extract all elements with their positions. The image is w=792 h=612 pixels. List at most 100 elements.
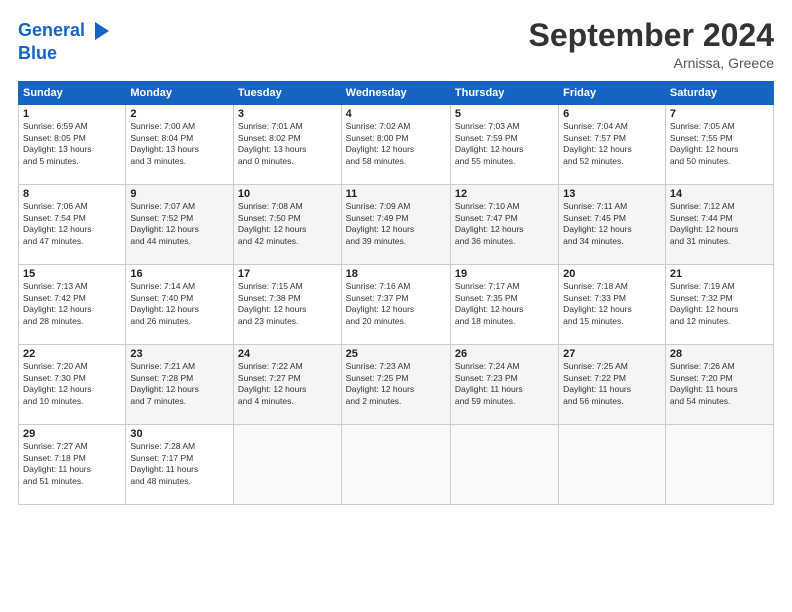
table-row: 11Sunrise: 7:09 AMSunset: 7:49 PMDayligh… [341,185,450,265]
day-number: 12 [455,188,554,200]
table-row: 17Sunrise: 7:15 AMSunset: 7:38 PMDayligh… [233,265,341,345]
day-number: 25 [346,348,446,360]
day-info: Sunrise: 7:25 AMSunset: 7:22 PMDaylight:… [563,361,661,407]
table-row [665,425,773,505]
logo-text: General [18,21,85,41]
day-number: 8 [23,188,121,200]
table-row: 25Sunrise: 7:23 AMSunset: 7:25 PMDayligh… [341,345,450,425]
day-number: 23 [130,348,229,360]
day-info: Sunrise: 7:28 AMSunset: 7:17 PMDaylight:… [130,441,229,487]
day-info: Sunrise: 7:00 AMSunset: 8:04 PMDaylight:… [130,121,229,167]
day-info: Sunrise: 7:17 AMSunset: 7:35 PMDaylight:… [455,281,554,327]
day-number: 4 [346,108,446,120]
table-row: 21Sunrise: 7:19 AMSunset: 7:32 PMDayligh… [665,265,773,345]
day-number: 2 [130,108,229,120]
day-number: 5 [455,108,554,120]
table-row: 24Sunrise: 7:22 AMSunset: 7:27 PMDayligh… [233,345,341,425]
day-info: Sunrise: 7:22 AMSunset: 7:27 PMDaylight:… [238,361,337,407]
calendar-week-5: 29Sunrise: 7:27 AMSunset: 7:18 PMDayligh… [19,425,774,505]
table-row: 19Sunrise: 7:17 AMSunset: 7:35 PMDayligh… [450,265,558,345]
table-row [341,425,450,505]
table-row: 4Sunrise: 7:02 AMSunset: 8:00 PMDaylight… [341,105,450,185]
col-friday: Friday [559,82,666,105]
logo: General Blue [18,18,113,64]
calendar-week-2: 8Sunrise: 7:06 AMSunset: 7:54 PMDaylight… [19,185,774,265]
logo-icon [87,18,113,44]
day-number: 21 [670,268,769,280]
day-number: 7 [670,108,769,120]
table-row [233,425,341,505]
table-row: 28Sunrise: 7:26 AMSunset: 7:20 PMDayligh… [665,345,773,425]
day-info: Sunrise: 7:09 AMSunset: 7:49 PMDaylight:… [346,201,446,247]
table-row: 2Sunrise: 7:00 AMSunset: 8:04 PMDaylight… [126,105,234,185]
table-row: 8Sunrise: 7:06 AMSunset: 7:54 PMDaylight… [19,185,126,265]
day-number: 9 [130,188,229,200]
day-info: Sunrise: 7:06 AMSunset: 7:54 PMDaylight:… [23,201,121,247]
day-info: Sunrise: 7:07 AMSunset: 7:52 PMDaylight:… [130,201,229,247]
day-info: Sunrise: 7:05 AMSunset: 7:55 PMDaylight:… [670,121,769,167]
calendar-week-3: 15Sunrise: 7:13 AMSunset: 7:42 PMDayligh… [19,265,774,345]
day-info: Sunrise: 7:04 AMSunset: 7:57 PMDaylight:… [563,121,661,167]
day-info: Sunrise: 7:27 AMSunset: 7:18 PMDaylight:… [23,441,121,487]
calendar-week-4: 22Sunrise: 7:20 AMSunset: 7:30 PMDayligh… [19,345,774,425]
month-title: September 2024 [529,18,774,53]
col-tuesday: Tuesday [233,82,341,105]
day-number: 16 [130,268,229,280]
table-row: 3Sunrise: 7:01 AMSunset: 8:02 PMDaylight… [233,105,341,185]
day-info: Sunrise: 7:12 AMSunset: 7:44 PMDaylight:… [670,201,769,247]
day-info: Sunrise: 7:24 AMSunset: 7:23 PMDaylight:… [455,361,554,407]
day-info: Sunrise: 7:10 AMSunset: 7:47 PMDaylight:… [455,201,554,247]
col-thursday: Thursday [450,82,558,105]
location: Arnissa, Greece [529,55,774,71]
day-info: Sunrise: 7:13 AMSunset: 7:42 PMDaylight:… [23,281,121,327]
day-info: Sunrise: 7:18 AMSunset: 7:33 PMDaylight:… [563,281,661,327]
table-row: 12Sunrise: 7:10 AMSunset: 7:47 PMDayligh… [450,185,558,265]
calendar-week-1: 1Sunrise: 6:59 AMSunset: 8:05 PMDaylight… [19,105,774,185]
table-row: 29Sunrise: 7:27 AMSunset: 7:18 PMDayligh… [19,425,126,505]
table-row: 7Sunrise: 7:05 AMSunset: 7:55 PMDaylight… [665,105,773,185]
day-info: Sunrise: 7:03 AMSunset: 7:59 PMDaylight:… [455,121,554,167]
day-number: 29 [23,428,121,440]
day-number: 3 [238,108,337,120]
table-row: 16Sunrise: 7:14 AMSunset: 7:40 PMDayligh… [126,265,234,345]
table-row: 15Sunrise: 7:13 AMSunset: 7:42 PMDayligh… [19,265,126,345]
day-info: Sunrise: 7:01 AMSunset: 8:02 PMDaylight:… [238,121,337,167]
col-monday: Monday [126,82,234,105]
table-row: 14Sunrise: 7:12 AMSunset: 7:44 PMDayligh… [665,185,773,265]
calendar-header-row: Sunday Monday Tuesday Wednesday Thursday… [19,82,774,105]
table-row: 6Sunrise: 7:04 AMSunset: 7:57 PMDaylight… [559,105,666,185]
calendar: Sunday Monday Tuesday Wednesday Thursday… [18,81,774,505]
table-row [559,425,666,505]
day-number: 24 [238,348,337,360]
day-number: 17 [238,268,337,280]
day-info: Sunrise: 7:26 AMSunset: 7:20 PMDaylight:… [670,361,769,407]
table-row: 27Sunrise: 7:25 AMSunset: 7:22 PMDayligh… [559,345,666,425]
day-number: 13 [563,188,661,200]
day-number: 18 [346,268,446,280]
day-number: 10 [238,188,337,200]
day-number: 19 [455,268,554,280]
header: General Blue September 2024 Arnissa, Gre… [18,18,774,71]
day-number: 28 [670,348,769,360]
table-row: 13Sunrise: 7:11 AMSunset: 7:45 PMDayligh… [559,185,666,265]
table-row: 30Sunrise: 7:28 AMSunset: 7:17 PMDayligh… [126,425,234,505]
day-info: Sunrise: 7:14 AMSunset: 7:40 PMDaylight:… [130,281,229,327]
logo-text-blue: Blue [18,44,113,64]
day-number: 11 [346,188,446,200]
day-number: 15 [23,268,121,280]
day-number: 20 [563,268,661,280]
table-row: 23Sunrise: 7:21 AMSunset: 7:28 PMDayligh… [126,345,234,425]
page: General Blue September 2024 Arnissa, Gre… [0,0,792,612]
table-row: 18Sunrise: 7:16 AMSunset: 7:37 PMDayligh… [341,265,450,345]
day-info: Sunrise: 6:59 AMSunset: 8:05 PMDaylight:… [23,121,121,167]
day-number: 26 [455,348,554,360]
day-info: Sunrise: 7:11 AMSunset: 7:45 PMDaylight:… [563,201,661,247]
day-number: 27 [563,348,661,360]
day-number: 22 [23,348,121,360]
col-wednesday: Wednesday [341,82,450,105]
day-info: Sunrise: 7:23 AMSunset: 7:25 PMDaylight:… [346,361,446,407]
table-row: 10Sunrise: 7:08 AMSunset: 7:50 PMDayligh… [233,185,341,265]
day-info: Sunrise: 7:08 AMSunset: 7:50 PMDaylight:… [238,201,337,247]
col-saturday: Saturday [665,82,773,105]
table-row: 22Sunrise: 7:20 AMSunset: 7:30 PMDayligh… [19,345,126,425]
